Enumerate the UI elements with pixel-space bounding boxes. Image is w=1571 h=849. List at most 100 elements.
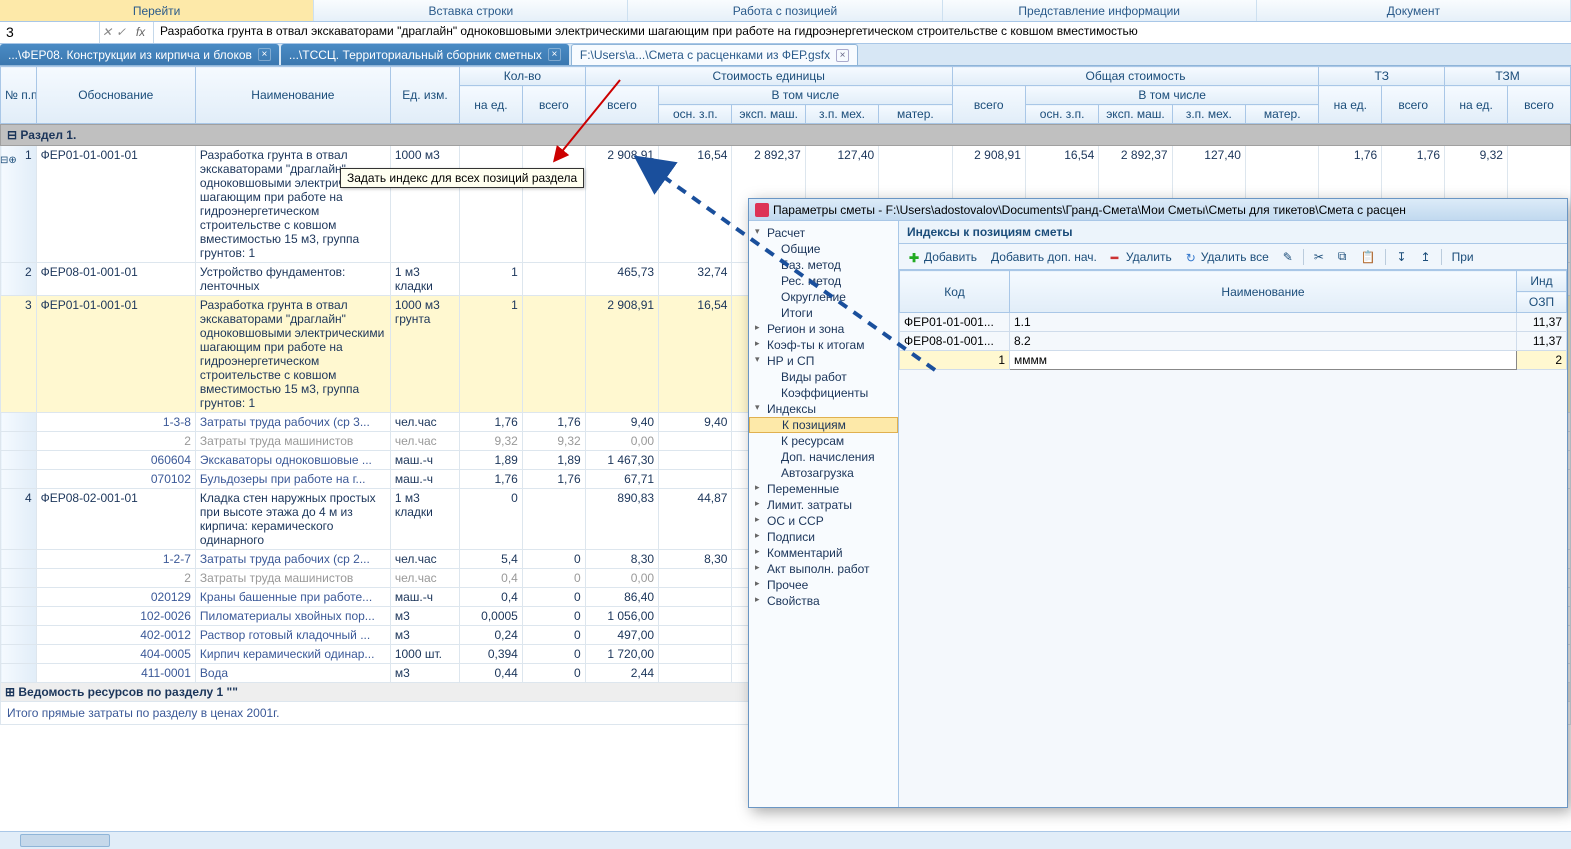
col-zp-mex2[interactable]: з.п. мех. — [1172, 105, 1245, 124]
index-row[interactable]: ФЕР08-01-001...8.211,37 — [900, 332, 1567, 351]
tree-node[interactable]: Общие — [749, 241, 898, 257]
cell[interactable]: 8,30 — [659, 550, 732, 569]
cell-reference[interactable]: 3 — [0, 22, 100, 43]
cell[interactable]: 0,394 — [459, 645, 522, 664]
cell[interactable]: 1 056,00 — [585, 607, 658, 626]
menu-doc[interactable]: Документ — [1257, 0, 1571, 21]
horizontal-scrollbar[interactable] — [0, 831, 1571, 849]
cell[interactable] — [522, 263, 585, 296]
cell[interactable]: 9,40 — [659, 413, 732, 432]
menu-insert[interactable]: Вставка строки — [314, 0, 628, 21]
cell[interactable]: 0 — [522, 569, 585, 588]
cell[interactable]: 465,73 — [585, 263, 658, 296]
cell[interactable] — [659, 664, 732, 683]
settings-tree[interactable]: РасчетОбщиеБаз. методРес. методОкруглени… — [749, 221, 899, 807]
index-grid[interactable]: Код Наименование Инд ОЗП ФЕР01-01-001...… — [899, 270, 1567, 370]
index-row[interactable]: ФЕР01-01-001...1.111,37 — [900, 313, 1567, 332]
cell[interactable]: 890,83 — [585, 489, 658, 550]
col-vtom[interactable]: В том числе — [659, 86, 952, 105]
tab-smeta[interactable]: F:\Users\a...\Смета с расценками из ФЕР.… — [571, 44, 858, 65]
cell[interactable]: 020129 — [36, 588, 195, 607]
tree-node[interactable]: Прочее — [749, 577, 898, 593]
col-vsego[interactable]: всего — [522, 86, 585, 124]
col-vsego5[interactable]: всего — [1508, 86, 1571, 124]
cell[interactable]: 1,76 — [522, 470, 585, 489]
cell[interactable]: 11,37 — [1517, 313, 1567, 332]
tree-node[interactable]: Подписи — [749, 529, 898, 545]
tree-node[interactable]: НР и СП — [749, 353, 898, 369]
cell[interactable]: 0,24 — [459, 626, 522, 645]
cell[interactable] — [459, 146, 522, 263]
cell[interactable] — [659, 626, 732, 645]
tree-node[interactable]: Переменные — [749, 481, 898, 497]
index-row[interactable]: 1мммм2 — [900, 351, 1567, 370]
cell[interactable]: 2 — [1517, 351, 1567, 370]
cell[interactable]: 67,71 — [585, 470, 658, 489]
cell[interactable] — [1, 607, 37, 626]
col-vsego4[interactable]: всего — [1382, 86, 1445, 124]
tree-node[interactable]: Доп. начисления — [749, 449, 898, 465]
close-icon[interactable]: × — [836, 49, 849, 62]
col-naim[interactable]: Наименование — [195, 67, 390, 124]
cell[interactable]: 1 м3 кладки — [390, 263, 459, 296]
tree-node[interactable]: Регион и зона — [749, 321, 898, 337]
confirm-edit-icon[interactable]: ✓ — [114, 22, 128, 43]
tree-node[interactable]: К позициям — [749, 417, 898, 433]
cell[interactable]: 0 — [522, 588, 585, 607]
cell[interactable] — [1, 626, 37, 645]
cell[interactable]: Бульдозеры при работе на г... — [195, 470, 390, 489]
cell[interactable] — [1, 413, 37, 432]
cell[interactable]: Устройство фундаментов: ленточных — [195, 263, 390, 296]
cell[interactable]: 1 — [459, 296, 522, 413]
cell[interactable] — [659, 451, 732, 470]
cell[interactable]: Затраты труда машинистов — [195, 569, 390, 588]
cell[interactable]: 5,4 — [459, 550, 522, 569]
parameters-dialog[interactable]: Параметры сметы - F:\Users\adostovalov\D… — [748, 198, 1568, 808]
cut-button[interactable]: ✂ — [1310, 248, 1328, 266]
cell[interactable]: 8,30 — [585, 550, 658, 569]
tree-node[interactable]: Лимит. затраты — [749, 497, 898, 513]
tree-node[interactable]: Баз. метод — [749, 257, 898, 273]
wand-button[interactable]: ✎ — [1279, 248, 1297, 266]
cell[interactable] — [659, 645, 732, 664]
col-eksp2[interactable]: эксп. маш. — [1099, 105, 1172, 124]
add-button[interactable]: ✚Добавить — [905, 248, 981, 266]
cell[interactable]: 404-0005 — [36, 645, 195, 664]
col-naim[interactable]: Наименование — [1010, 271, 1517, 313]
cell[interactable]: 0 — [522, 607, 585, 626]
col-kolvo[interactable]: Кол-во — [460, 67, 586, 86]
tree-node[interactable]: ОС и ССР — [749, 513, 898, 529]
col-na-ed3[interactable]: на ед. — [1445, 86, 1508, 124]
tab-fer08[interactable]: ...\ФЕР08. Конструкции из кирпича и блок… — [0, 44, 279, 65]
cell[interactable]: Краны башенные при работе... — [195, 588, 390, 607]
cell[interactable]: ФЕР08-01-001-01 — [36, 263, 195, 296]
cell[interactable]: Раствор готовый кладочный ... — [195, 626, 390, 645]
cell[interactable]: 0,00 — [585, 432, 658, 451]
cell[interactable]: 411-0001 — [36, 664, 195, 683]
col-num[interactable]: № п.п — [1, 67, 37, 124]
cell[interactable]: 1,76 — [522, 413, 585, 432]
col-eksp[interactable]: эксп. маш. — [732, 105, 805, 124]
close-icon[interactable]: × — [258, 48, 271, 61]
tree-node[interactable]: Свойства — [749, 593, 898, 609]
cell[interactable]: Затраты труда машинистов — [195, 432, 390, 451]
close-icon[interactable]: × — [548, 48, 561, 61]
tree-node[interactable]: Итоги — [749, 305, 898, 321]
fx-icon[interactable]: fx — [128, 22, 154, 43]
col-stoim-ed[interactable]: Стоимость единицы — [585, 67, 952, 86]
cell[interactable]: 070102 — [36, 470, 195, 489]
col-na-ed2[interactable]: на ед. — [1319, 86, 1382, 124]
tree-node[interactable]: Комментарий — [749, 545, 898, 561]
cell[interactable]: 3 — [1, 296, 37, 413]
cell[interactable]: мммм — [1010, 351, 1517, 370]
col-zp-mex[interactable]: з.п. мех. — [805, 105, 878, 124]
cell[interactable]: 2,44 — [585, 664, 658, 683]
tree-node[interactable]: Расчет — [749, 225, 898, 241]
cell[interactable]: 402-0012 — [36, 626, 195, 645]
cancel-edit-icon[interactable]: ✕ — [100, 22, 114, 43]
col-mater2[interactable]: матер. — [1246, 105, 1319, 124]
cell[interactable]: 86,40 — [585, 588, 658, 607]
formula-input[interactable]: Разработка грунта в отвал экскаваторами … — [154, 22, 1571, 43]
tree-node[interactable]: Акт выполн. работ — [749, 561, 898, 577]
cell[interactable]: 0 — [522, 664, 585, 683]
